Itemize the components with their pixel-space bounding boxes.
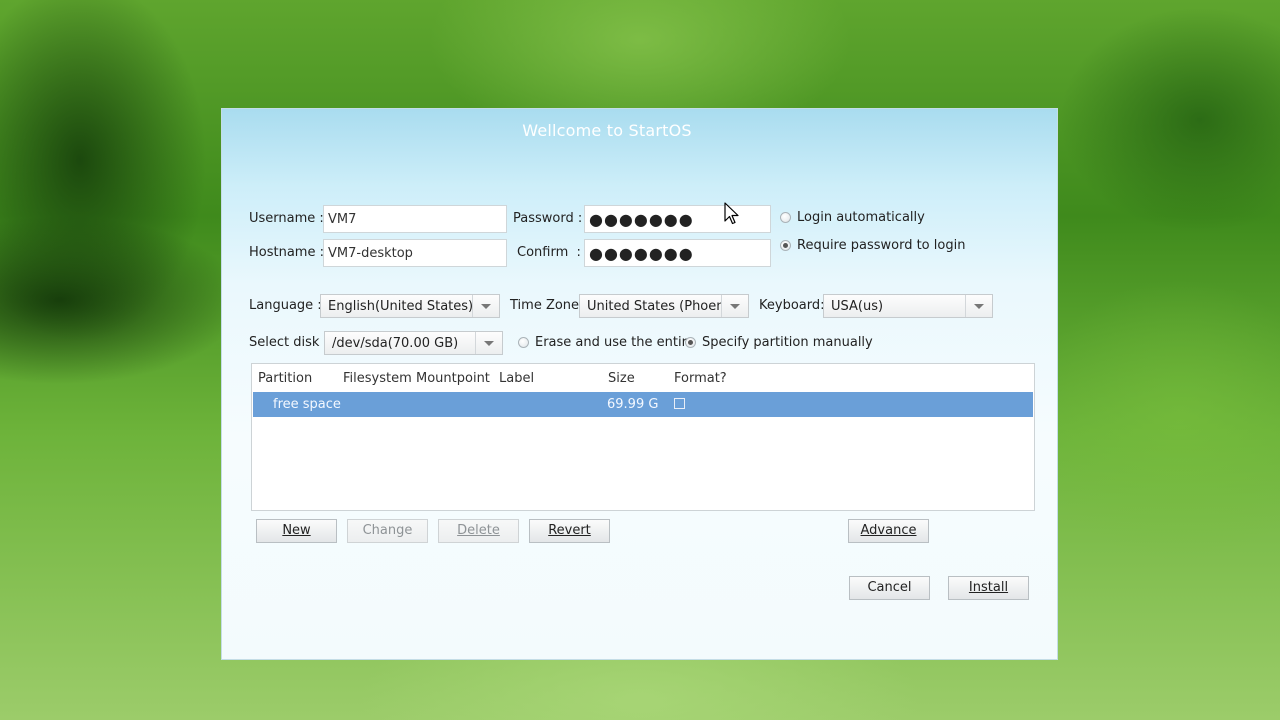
confirm-password-field[interactable]: ●●●●●●● — [584, 239, 771, 267]
revert-button[interactable]: Revert — [529, 519, 610, 543]
partition-cell: free space — [273, 397, 341, 412]
size-cell: 69.99 G — [607, 397, 659, 412]
advance-button[interactable]: Advance — [848, 519, 929, 543]
hostname-field[interactable] — [323, 239, 507, 267]
select-disk-label: Select disk : — [249, 335, 328, 350]
cancel-button[interactable]: Cancel — [849, 576, 930, 600]
login-automatically-label: Login automatically — [797, 210, 925, 225]
column-header-size[interactable]: Size — [608, 371, 635, 386]
advance-button-label: Advance — [860, 523, 917, 538]
column-header-mountpoint[interactable]: Mountpoint — [416, 371, 490, 386]
install-button-label: Install — [968, 580, 1009, 595]
change-button[interactable]: Change — [347, 519, 428, 543]
password-label: Password : — [513, 211, 583, 226]
install-button[interactable]: Install — [948, 576, 1029, 600]
manual-partition-option[interactable]: Specify partition manually — [685, 335, 873, 350]
radio-require-password[interactable] — [780, 240, 791, 251]
chevron-down-icon[interactable] — [965, 295, 992, 317]
manual-partition-label: Specify partition manually — [702, 335, 873, 350]
partition-table[interactable]: Partition Filesystem Mountpoint Label Si… — [251, 363, 1035, 511]
language-label: Language : — [249, 298, 322, 313]
revert-button-label: Revert — [548, 523, 591, 538]
username-label: Username : — [249, 211, 324, 226]
radio-manual-partition[interactable] — [685, 337, 696, 348]
timezone-label: Time Zone: — [510, 298, 584, 313]
timezone-value: United States (Phoenix) — [587, 298, 721, 314]
column-header-format[interactable]: Format? — [674, 371, 727, 386]
delete-button[interactable]: Delete — [438, 519, 519, 543]
format-checkbox[interactable] — [674, 398, 685, 409]
mouse-pointer-icon — [724, 202, 739, 225]
login-automatically-option[interactable]: Login automatically — [780, 210, 925, 225]
column-header-filesystem[interactable]: Filesystem — [343, 371, 412, 386]
chevron-down-icon[interactable] — [475, 332, 502, 354]
disk-dropdown[interactable]: /dev/sda(70.00 GB) — [324, 331, 503, 355]
hostname-label: Hostname : — [249, 245, 324, 260]
new-button-label: New — [282, 523, 311, 538]
radio-login-automatically[interactable] — [780, 212, 791, 223]
new-button[interactable]: New — [256, 519, 337, 543]
keyboard-label: Keyboard: — [759, 298, 825, 313]
radio-erase-disk[interactable] — [518, 337, 529, 348]
require-password-option[interactable]: Require password to login — [780, 238, 965, 253]
disk-value: /dev/sda(70.00 GB) — [332, 335, 459, 351]
delete-button-label: Delete — [457, 523, 500, 538]
require-password-label: Require password to login — [797, 238, 966, 253]
keyboard-dropdown[interactable]: USA(us) — [823, 294, 993, 318]
erase-disk-label: Erase and use the entire — [535, 335, 695, 350]
timezone-dropdown[interactable]: United States (Phoenix) — [579, 294, 749, 318]
language-value: English(United States) — [328, 298, 472, 314]
language-dropdown[interactable]: English(United States) — [320, 294, 500, 318]
username-field[interactable] — [323, 205, 507, 233]
chevron-down-icon[interactable] — [472, 295, 499, 317]
chevron-down-icon[interactable] — [721, 295, 748, 317]
confirm-label: Confirm : — [517, 245, 581, 260]
column-header-label[interactable]: Label — [499, 371, 534, 386]
column-header-partition[interactable]: Partition — [258, 371, 312, 386]
installer-dialog: Wellcome to StartOS Username : Hostname … — [221, 108, 1058, 660]
table-row[interactable]: free space 69.99 G — [253, 392, 1033, 417]
keyboard-value: USA(us) — [831, 298, 884, 314]
password-field[interactable]: ●●●●●●● — [584, 205, 771, 233]
erase-disk-option[interactable]: Erase and use the entire — [518, 335, 695, 350]
dialog-title: Wellcome to StartOS — [522, 121, 692, 140]
